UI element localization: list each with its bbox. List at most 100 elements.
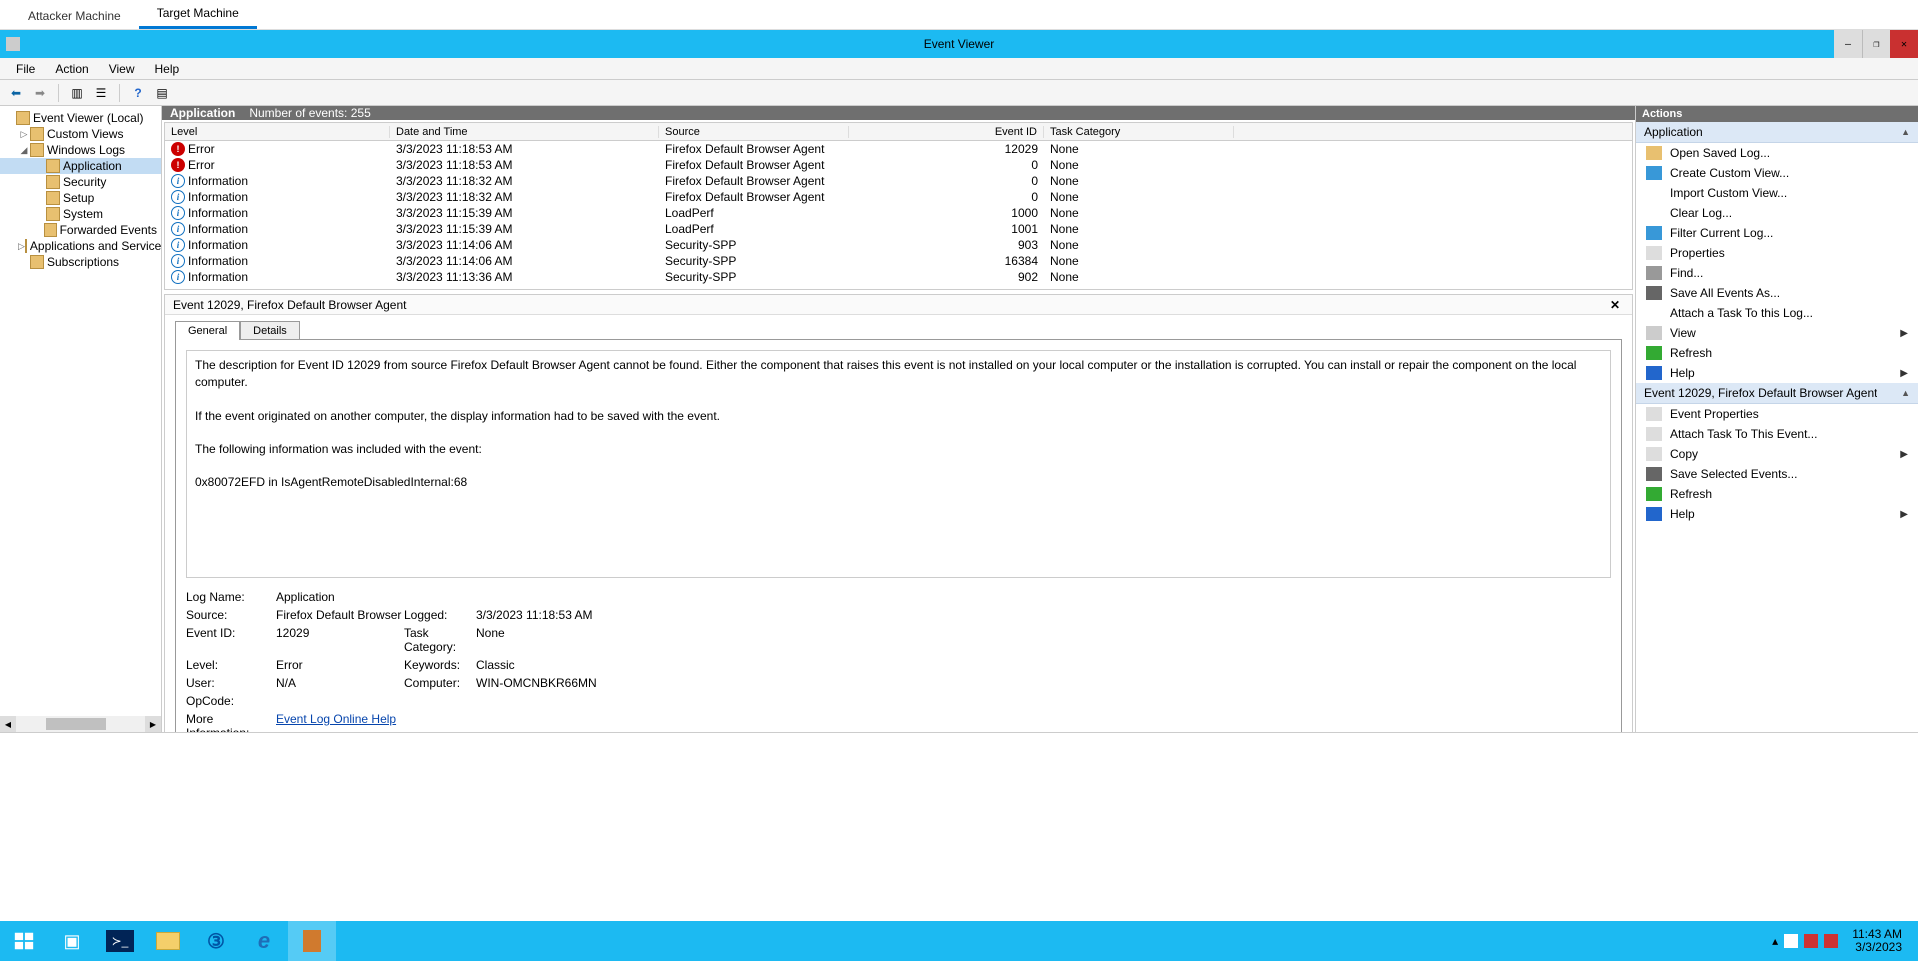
menu-action[interactable]: Action xyxy=(45,60,98,78)
table-row[interactable]: iInformation3/3/2023 11:13:36 AMSecurity… xyxy=(165,269,1632,285)
action-copy[interactable]: Copy▶ xyxy=(1636,444,1918,464)
flag-icon[interactable] xyxy=(1784,934,1798,948)
table-row[interactable]: !Error3/3/2023 11:18:53 AMFirefox Defaul… xyxy=(165,141,1632,157)
action-label: Create Custom View... xyxy=(1670,166,1789,180)
navigation-tree: Event Viewer (Local) ▷Custom Views ◢Wind… xyxy=(0,106,162,732)
volume-icon[interactable] xyxy=(1824,934,1838,948)
cell-task-category: None xyxy=(1044,254,1234,268)
tree-system[interactable]: System xyxy=(0,206,161,222)
action-open-saved-log[interactable]: Open Saved Log... xyxy=(1636,143,1918,163)
action-find[interactable]: Find... xyxy=(1636,263,1918,283)
tab-details[interactable]: Details xyxy=(240,321,300,340)
forward-button[interactable]: ➡ xyxy=(30,83,50,103)
menu-view[interactable]: View xyxy=(99,60,145,78)
tree-setup[interactable]: Setup xyxy=(0,190,161,206)
action-save-all-events[interactable]: Save All Events As... xyxy=(1636,283,1918,303)
minimize-button[interactable]: — xyxy=(1834,30,1862,58)
action-clear-log[interactable]: Clear Log... xyxy=(1636,203,1918,223)
action-event-properties[interactable]: Event Properties xyxy=(1636,404,1918,424)
cell-level: Information xyxy=(188,190,248,204)
tree-security[interactable]: Security xyxy=(0,174,161,190)
action-properties[interactable]: Properties xyxy=(1636,243,1918,263)
table-row[interactable]: !Error3/3/2023 11:18:53 AMFirefox Defaul… xyxy=(165,157,1632,173)
cell-level: Information xyxy=(188,238,248,252)
taskbar-clock[interactable]: 11:43 AM 3/3/2023 xyxy=(1844,928,1910,954)
show-hide-tree-button[interactable]: ▥ xyxy=(67,83,87,103)
action-attach-task-event[interactable]: Attach Task To This Event... xyxy=(1636,424,1918,444)
events-rows[interactable]: !Error3/3/2023 11:18:53 AMFirefox Defaul… xyxy=(165,141,1632,289)
action-label: View xyxy=(1670,326,1696,340)
taskbar-app-1[interactable]: ③ xyxy=(192,921,240,961)
close-button[interactable]: ✕ xyxy=(1890,30,1918,58)
table-row[interactable]: iInformation3/3/2023 11:14:06 AMSecurity… xyxy=(165,253,1632,269)
taskbar-powershell[interactable]: ≻_ xyxy=(96,921,144,961)
actions-section-event[interactable]: Event 12029, Firefox Default Browser Age… xyxy=(1636,383,1918,404)
tree-application[interactable]: Application xyxy=(0,158,161,174)
tray-up-icon[interactable]: ▴ xyxy=(1772,934,1778,948)
scroll-thumb[interactable] xyxy=(46,718,106,730)
action-refresh-2[interactable]: Refresh xyxy=(1636,484,1918,504)
action-import-custom-view[interactable]: Import Custom View... xyxy=(1636,183,1918,203)
network-icon[interactable] xyxy=(1804,934,1818,948)
table-row[interactable]: iInformation3/3/2023 11:18:32 AMFirefox … xyxy=(165,173,1632,189)
tree-forwarded-events[interactable]: Forwarded Events xyxy=(0,222,161,238)
cell-task-category: None xyxy=(1044,142,1234,156)
maximize-button[interactable]: ❐ xyxy=(1862,30,1890,58)
action-filter-current-log[interactable]: Filter Current Log... xyxy=(1636,223,1918,243)
menu-help[interactable]: Help xyxy=(145,60,190,78)
tree-horizontal-scrollbar[interactable]: ◀ ▶ xyxy=(0,716,161,732)
vm-tab-target[interactable]: Target Machine xyxy=(139,0,257,29)
find-icon xyxy=(1646,266,1662,280)
table-row[interactable]: iInformation3/3/2023 11:15:39 AMLoadPerf… xyxy=(165,205,1632,221)
taskbar-event-viewer[interactable] xyxy=(288,921,336,961)
folder-icon xyxy=(25,239,27,253)
toolbar-separator xyxy=(58,84,59,102)
export-list-button[interactable]: ☰ xyxy=(91,83,111,103)
table-row[interactable]: iInformation3/3/2023 11:18:32 AMFirefox … xyxy=(165,189,1632,205)
scroll-right-button[interactable]: ▶ xyxy=(145,716,161,732)
action-attach-task-log[interactable]: Attach a Task To this Log... xyxy=(1636,303,1918,323)
tree-root[interactable]: Event Viewer (Local) xyxy=(0,110,161,126)
taskbar-file-explorer[interactable] xyxy=(144,921,192,961)
action-label: Properties xyxy=(1670,246,1725,260)
cell-date: 3/3/2023 11:18:53 AM xyxy=(390,158,659,172)
menu-file[interactable]: File xyxy=(6,60,45,78)
cell-event-id: 16384 xyxy=(849,254,1044,268)
column-level[interactable]: Level xyxy=(165,126,390,138)
action-help-2[interactable]: Help▶ xyxy=(1636,504,1918,524)
actions-section-application[interactable]: Application ▲ xyxy=(1636,122,1918,143)
vm-tab-attacker[interactable]: Attacker Machine xyxy=(10,3,139,29)
preview-button[interactable]: ▤ xyxy=(152,83,172,103)
system-tray[interactable]: ▴ xyxy=(1772,934,1838,948)
scroll-track[interactable] xyxy=(16,716,145,732)
scroll-left-button[interactable]: ◀ xyxy=(0,716,16,732)
taskbar-internet-explorer[interactable]: e xyxy=(240,921,288,961)
action-create-custom-view[interactable]: Create Custom View... xyxy=(1636,163,1918,183)
subscriptions-icon xyxy=(30,255,44,269)
tree-subscriptions[interactable]: Subscriptions xyxy=(0,254,161,270)
taskbar-server-manager[interactable]: ▣ xyxy=(48,921,96,961)
tree-custom-views[interactable]: ▷Custom Views xyxy=(0,126,161,142)
action-save-selected-events[interactable]: Save Selected Events... xyxy=(1636,464,1918,484)
column-event-id[interactable]: Event ID xyxy=(849,126,1044,138)
action-help[interactable]: Help▶ xyxy=(1636,363,1918,383)
tree-apps-services-logs[interactable]: ▷Applications and Services Lo xyxy=(0,238,161,254)
start-button[interactable] xyxy=(0,921,48,961)
tree-windows-logs[interactable]: ◢Windows Logs xyxy=(0,142,161,158)
table-row[interactable]: iInformation3/3/2023 11:14:06 AMSecurity… xyxy=(165,237,1632,253)
back-button[interactable]: ⬅ xyxy=(6,83,26,103)
cell-task-category: None xyxy=(1044,190,1234,204)
tab-general[interactable]: General xyxy=(175,321,240,340)
column-task-category[interactable]: Task Category xyxy=(1044,126,1234,138)
action-refresh[interactable]: Refresh xyxy=(1636,343,1918,363)
event-log-online-help-link[interactable]: Event Log Online Help xyxy=(276,712,396,726)
column-source[interactable]: Source xyxy=(659,126,849,138)
detail-close-button[interactable]: ✕ xyxy=(1606,298,1624,312)
table-row[interactable]: iInformation3/3/2023 11:15:39 AMLoadPerf… xyxy=(165,221,1632,237)
action-label: Open Saved Log... xyxy=(1670,146,1770,160)
action-view[interactable]: View▶ xyxy=(1636,323,1918,343)
center-header: Application Number of events: 255 xyxy=(162,106,1635,120)
event-description[interactable]: The description for Event ID 12029 from … xyxy=(186,350,1611,578)
column-date[interactable]: Date and Time xyxy=(390,126,659,138)
help-button[interactable]: ? xyxy=(128,83,148,103)
